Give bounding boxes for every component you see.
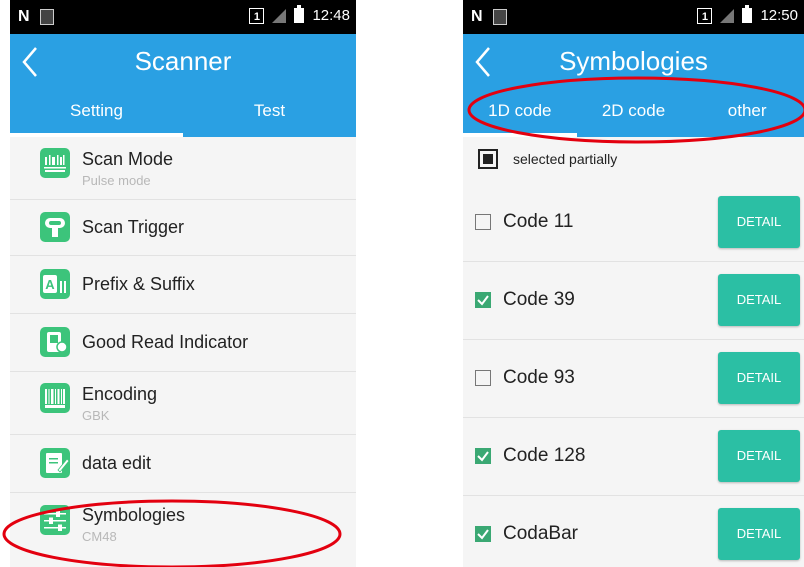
battery-icon (294, 5, 305, 23)
sim-icon: 1 (697, 7, 713, 24)
detail-button[interactable]: DETAIL (718, 352, 800, 404)
detail-button[interactable]: DETAIL (718, 274, 800, 326)
page-title: Symbologies (559, 46, 708, 76)
settings-item-title: Good Read Indicator (82, 332, 249, 352)
svg-text:A: A (45, 277, 55, 292)
settings-item-prefix-suffix[interactable]: A Prefix & Suffix (10, 256, 356, 314)
settings-item-symbologies[interactable]: Symbologies CM48 (10, 493, 356, 553)
app-bar: Symbologies (463, 34, 804, 90)
tab-1d-code[interactable]: 1D code (463, 90, 577, 137)
symbology-row: Code 93 DETAIL (463, 340, 804, 418)
symbology-name: Code 93 (503, 367, 575, 388)
settings-item-encoding[interactable]: Encoding GBK (10, 372, 356, 435)
detail-button[interactable]: DETAIL (718, 430, 800, 482)
detail-button[interactable]: DETAIL (718, 196, 800, 248)
settings-item-subtitle: GBK (82, 408, 110, 423)
symbology-name: Code 39 (503, 289, 575, 310)
settings-item-title: Prefix & Suffix (82, 274, 195, 294)
signal-icon (272, 8, 287, 23)
status-time: 12:48 (312, 7, 350, 24)
encoding-barcode-icon (40, 383, 70, 413)
battery-icon (742, 5, 753, 23)
symbology-name: Code 128 (503, 445, 586, 466)
app-bar: Scanner (10, 34, 356, 90)
settings-item-subtitle: Pulse mode (82, 173, 151, 188)
prefix-suffix-icon: A (40, 269, 70, 299)
scanner-screen: N 1 12:48 Scanner Setting Test Scan Mode… (10, 0, 356, 567)
symbology-row: CodaBar DETAIL (463, 496, 804, 567)
symbologies-screen: N 1 12:50 Symbologies 1D code 2D code ot… (463, 0, 804, 567)
tab-2d-code[interactable]: 2D code (577, 90, 691, 137)
symbology-row: Code 128 DETAIL (463, 418, 804, 496)
scan-mode-icon (40, 148, 70, 178)
symbologies-sliders-icon (40, 505, 70, 535)
scan-trigger-icon (40, 212, 70, 242)
symbology-name: CodaBar (503, 523, 578, 544)
image-notification-icon (492, 9, 507, 25)
settings-item-subtitle: CM48 (82, 529, 117, 544)
tab-bar: 1D code 2D code other (463, 90, 804, 137)
page-title: Scanner (134, 46, 232, 76)
checkmark-icon (477, 295, 489, 306)
settings-item-good-read-indicator[interactable]: Good Read Indicator (10, 314, 356, 372)
symbology-name: Code 11 (503, 211, 574, 232)
tab-bar: Setting Test (10, 90, 356, 137)
settings-item-title: Encoding (82, 384, 158, 404)
symbology-row: Code 11 DETAIL (463, 184, 804, 262)
checkmark-icon (477, 451, 489, 462)
checkmark-icon (477, 529, 489, 540)
nfc-icon: N (471, 8, 483, 25)
tab-test[interactable]: Test (183, 90, 356, 137)
settings-item-scan-mode[interactable]: Scan Mode Pulse mode (10, 137, 356, 200)
symbology-checkbox[interactable] (475, 448, 491, 464)
symbology-checkbox[interactable] (475, 292, 491, 308)
data-edit-icon (40, 448, 70, 478)
nfc-icon: N (18, 8, 30, 25)
settings-item-scan-trigger[interactable]: Scan Trigger (10, 200, 356, 256)
select-all-row[interactable]: selected partially (463, 137, 804, 181)
settings-item-data-edit[interactable]: data edit (10, 435, 356, 493)
settings-item-title: Scan Trigger (82, 217, 185, 237)
signal-icon (720, 8, 735, 23)
settings-list: Scan Mode Pulse mode Scan Trigger A Pref… (10, 137, 356, 553)
status-bar: N 1 12:50 (463, 0, 804, 34)
symbology-checkbox[interactable] (475, 526, 491, 542)
symbology-checkbox[interactable] (475, 370, 491, 386)
settings-item-title: data edit (82, 453, 152, 473)
symbology-row: Code 39 DETAIL (463, 262, 804, 340)
select-status-label: selected partially (513, 151, 618, 167)
image-notification-icon (39, 9, 54, 25)
sim-icon: 1 (249, 7, 265, 24)
good-read-indicator-icon (40, 327, 70, 357)
status-bar: N 1 12:48 (10, 0, 356, 34)
settings-item-title: Symbologies (82, 505, 186, 525)
symbology-list: Code 11 DETAIL Code 39 DETAIL Code 93 DE… (463, 184, 804, 567)
settings-item-title: Scan Mode (82, 149, 174, 169)
symbology-checkbox[interactable] (475, 214, 491, 230)
detail-button[interactable]: DETAIL (718, 508, 800, 560)
tab-setting[interactable]: Setting (10, 90, 183, 137)
partial-select-checkbox[interactable] (478, 149, 498, 169)
status-time: 12:50 (760, 7, 798, 24)
tab-other[interactable]: other (690, 90, 804, 137)
